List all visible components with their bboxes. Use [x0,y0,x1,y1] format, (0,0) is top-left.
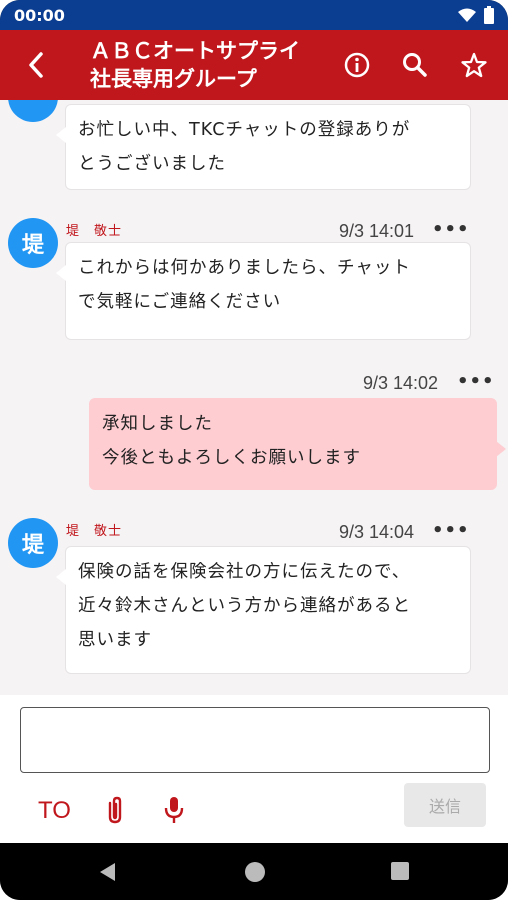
message-menu-button[interactable]: ••• [432,219,470,240]
mention-to-button[interactable]: TO [38,797,71,825]
sender-avatar[interactable]: 堤 [8,518,58,568]
app-bar: ＡＢＣオートサプライ 社長専用グループ [0,30,508,100]
nav-home-icon[interactable] [243,860,267,884]
nav-back-icon[interactable] [97,861,117,883]
star-icon[interactable] [460,51,488,79]
phone-frame: 00:00 ＡＢＣオートサプライ 社長専用グループ お忙しい中、TKCチャットの… [0,0,508,900]
message-text-line: で気軽にご連絡ください [78,292,282,312]
message-bubble[interactable]: お忙しい中、TKCチャットの登録ありが とうございました [56,104,471,190]
message-text-line: 承知しました [102,414,213,434]
nav-recents-icon[interactable] [390,861,410,881]
message-text-line: 近々鈴木さんという方から連絡があると [78,596,411,616]
status-time: 00:00 [14,5,65,25]
message-menu-button[interactable]: ••• [457,371,495,392]
message-menu-button[interactable]: ••• [432,520,470,541]
sender-name: 堤 敬士 [66,524,123,539]
message-timestamp: 9/3 14:01 [339,221,415,241]
sender-avatar[interactable] [8,100,58,122]
message-text-line: 保険の話を保険会社の方に伝えたので、 [78,562,411,582]
microphone-icon[interactable] [162,795,186,825]
chat-title-line2: 社長専用グループ [90,67,257,91]
message-bubble[interactable]: これからは何かありましたら、チャット で気軽にご連絡ください [56,242,471,340]
message-timestamp: 9/3 14:02 [363,373,439,393]
sender-avatar[interactable]: 堤 [8,218,58,268]
paperclip-icon[interactable] [102,795,128,825]
sender-name: 堤 敬士 [66,224,123,239]
chat-title-line1: ＡＢＣオートサプライ [90,39,300,63]
message-input[interactable] [20,707,490,773]
message-text-line: 今後ともよろしくお願いします [102,448,361,468]
send-button[interactable]: 送信 [404,783,486,827]
composer-bar: TO 送信 [0,695,508,843]
info-icon[interactable] [343,51,371,79]
own-message-bubble[interactable]: 承知しました 今後ともよろしくお願いします [89,398,506,490]
system-nav-bar [0,843,508,900]
message-bubble[interactable]: 保険の話を保険会社の方に伝えたので、 近々鈴木さんという方から連絡があると 思い… [56,546,471,674]
chat-title: ＡＢＣオートサプライ 社長専用グループ [90,37,330,93]
message-text-line: これからは何かありましたら、チャット [78,258,411,278]
wifi-icon [458,8,476,22]
search-icon[interactable] [401,51,429,79]
message-text-line: 思います [78,630,152,650]
message-text-line: とうございました [78,154,226,174]
message-list[interactable]: お忙しい中、TKCチャットの登録ありが とうございました 堤 堤 敬士 9/3 … [0,100,508,695]
message-text-line: お忙しい中、TKCチャットの登録ありが [78,120,411,140]
back-arrow-icon[interactable] [22,50,52,80]
message-timestamp: 9/3 14:04 [339,522,415,542]
status-bar: 00:00 [0,0,508,30]
battery-icon [484,6,494,24]
